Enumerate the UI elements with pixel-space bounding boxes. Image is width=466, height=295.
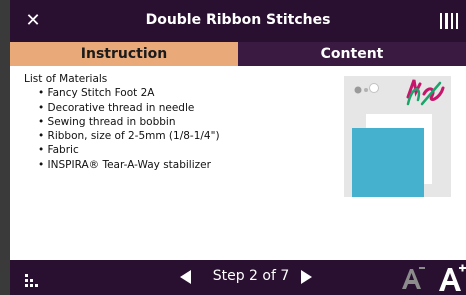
font-increase-icon[interactable]: [438, 264, 466, 292]
materials-list: List of Materials Fancy Stitch Foot 2A D…: [24, 72, 324, 172]
step-indicator: Step 2 of 7: [212, 268, 290, 284]
tab-content[interactable]: Content: [238, 42, 466, 66]
menu-icon[interactable]: [440, 13, 458, 29]
close-button[interactable]: ✕: [22, 10, 44, 32]
list-item: INSPIRA® Tear-A-Way stabilizer: [38, 158, 324, 172]
tab-instruction[interactable]: Instruction: [10, 42, 238, 66]
title-bar: ✕ Double Ribbon Stitches: [10, 0, 466, 42]
bottom-bar: Step 2 of 7: [10, 260, 466, 295]
list-item: Sewing thread in bobbin: [38, 115, 324, 129]
machine-screen-illustration: [344, 76, 451, 197]
window-title: Double Ribbon Stitches: [145, 12, 331, 28]
next-arrow-icon[interactable]: [300, 269, 314, 285]
list-item: Decorative thread in needle: [38, 101, 324, 115]
list-item: Fancy Stitch Foot 2A: [38, 86, 324, 100]
list-item: Ribbon, size of 2-5mm (1/8-1/4"): [38, 129, 324, 143]
illustration-svg: [344, 76, 451, 197]
close-icon: ✕: [25, 10, 41, 31]
instruction-content: List of Materials Fancy Stitch Foot 2A D…: [10, 66, 466, 260]
app-frame: ✕ Double Ribbon Stitches Instruction Con…: [10, 0, 466, 295]
grid-icon[interactable]: [24, 273, 40, 287]
font-decrease-icon[interactable]: [400, 265, 426, 291]
materials-items: Fancy Stitch Foot 2A Decorative thread i…: [24, 86, 324, 172]
tab-bar: Instruction Content: [10, 42, 466, 66]
list-item: Fabric: [38, 143, 324, 157]
previous-arrow-icon[interactable]: [178, 269, 192, 285]
materials-heading: List of Materials: [24, 73, 108, 85]
